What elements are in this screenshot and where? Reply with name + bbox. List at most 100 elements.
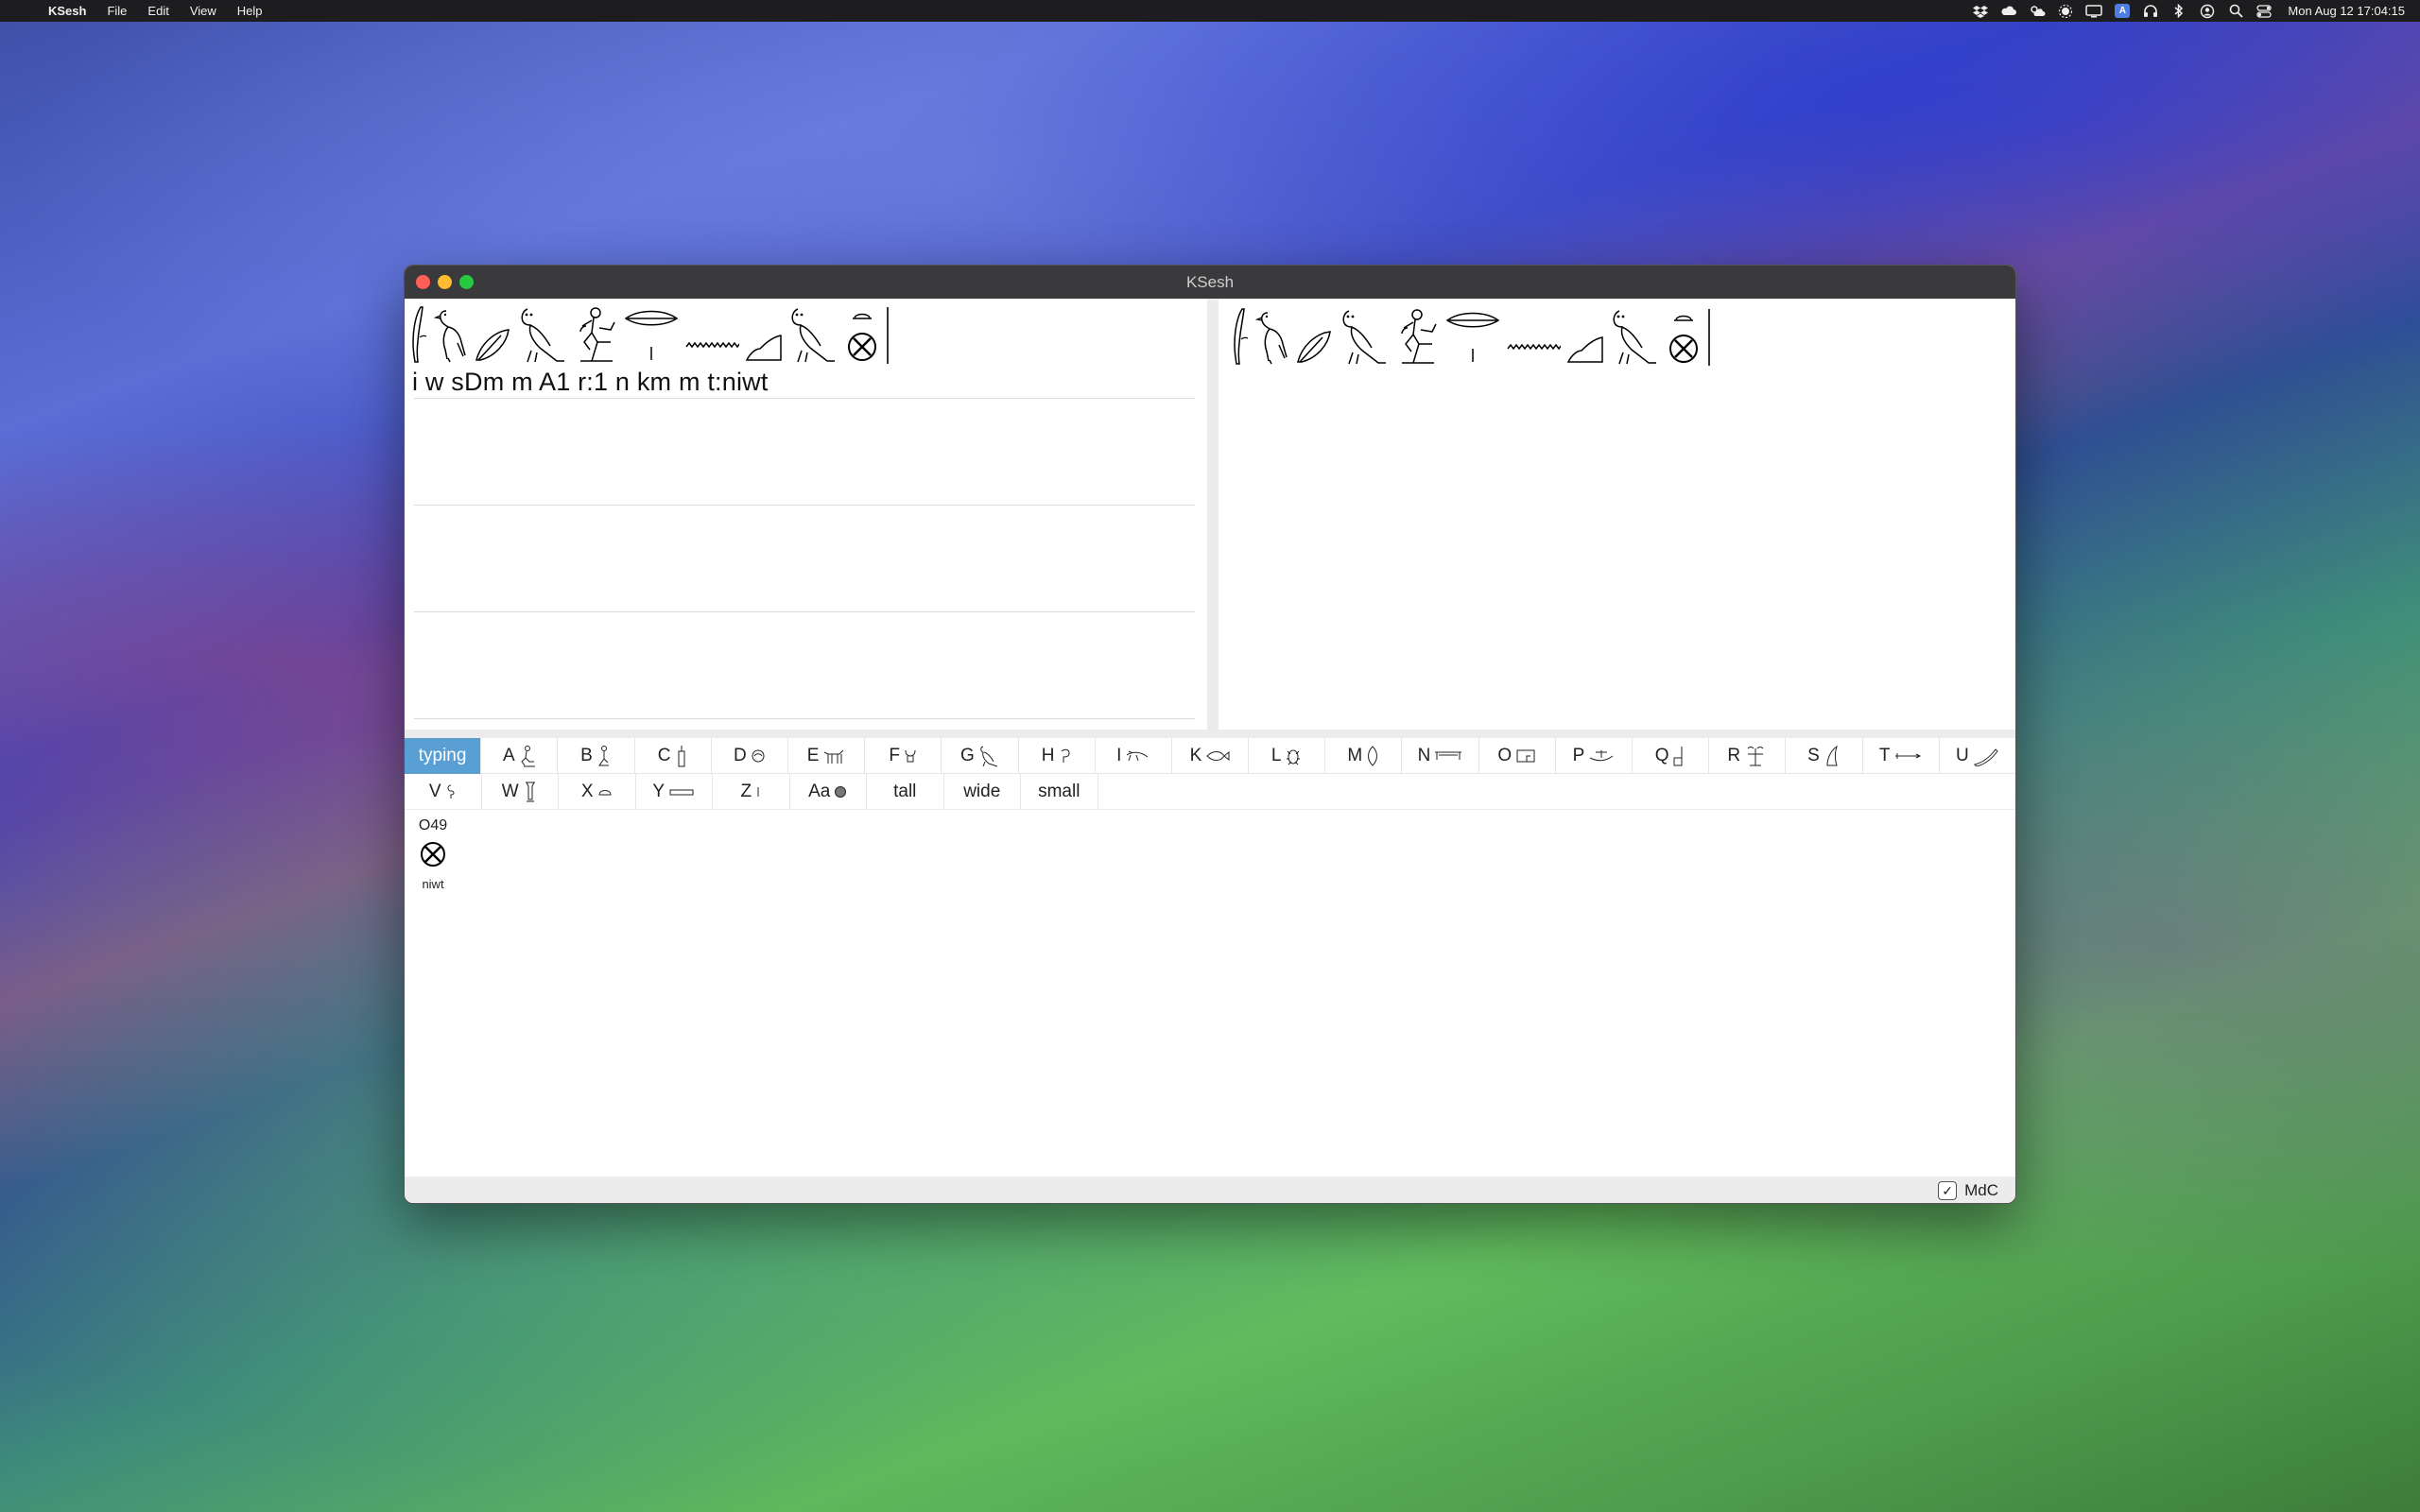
unclassified-icon [835,786,847,798]
brightness-icon[interactable] [2051,0,2080,22]
temple-icon [1747,747,1764,766]
owl-2-icon [788,303,839,364]
menu-edit[interactable]: Edit [137,0,179,22]
headphones-icon[interactable] [2136,0,2165,22]
tab-w[interactable]: W [482,774,559,810]
tab-r[interactable]: R [1709,738,1787,774]
bluetooth-icon[interactable] [2165,0,2193,22]
tab-p[interactable]: P [1556,738,1633,774]
sign-code: O49 [418,817,448,833]
seated-man-icon [575,303,618,364]
window-title: KSesh [1185,272,1235,291]
seated-woman-icon [597,746,609,766]
text-editor[interactable]: i w sDm m A1 r:1 n km m t:niwt [405,300,1207,730]
sign-cell-o49[interactable]: O49 niwt [412,817,454,891]
mdc-checkbox[interactable]: ✓ [1938,1181,1958,1200]
tab-small[interactable]: small [1021,774,1098,810]
sign-palette: typing A B C D E F G H I K L M N O P Q R… [405,738,2015,1177]
loaf-icon [598,790,612,796]
tab-c[interactable]: C [635,738,712,774]
tab-b[interactable]: B [558,738,635,774]
bird-icon [980,746,997,767]
tab-v[interactable]: V [405,774,482,810]
menu-file[interactable]: File [96,0,137,22]
feather-icon [1296,305,1334,366]
menu-app-name[interactable]: KSesh [38,0,96,22]
menu-view[interactable]: View [180,0,227,22]
crown-icon [1826,745,1838,766]
seated-man-icon [1396,305,1440,366]
seated-man-icon [520,746,535,767]
tab-t[interactable]: T [1863,738,1940,774]
quail-chick-icon [1254,305,1290,366]
city-sign-icon [845,303,879,364]
tab-a[interactable]: A [481,738,559,774]
rope-icon [447,784,455,799]
tab-x[interactable]: X [559,774,636,810]
tab-s[interactable]: S [1786,738,1863,774]
checkmark-icon: ✓ [1942,1182,1953,1198]
window-titlebar: KSesh [405,266,2015,299]
dropbox-icon[interactable] [1966,0,1995,22]
sky-icon [1435,751,1462,760]
stroke-icon [757,787,759,797]
tab-wide[interactable]: wide [944,774,1021,810]
ksesh-window: KSesh i w sDm m A1 r:1 n km m t:niwt typ… [404,265,2016,1204]
status-bar: ✓ MdC [405,1177,2015,1203]
mouth-over-stroke-icon [624,303,679,364]
tab-o[interactable]: O [1479,738,1556,774]
tool-icon [1973,748,1998,766]
tab-d[interactable]: D [712,738,788,774]
tab-g[interactable]: G [942,738,1019,774]
tab-aa[interactable]: Aa [790,774,867,810]
tab-l[interactable]: L [1249,738,1326,774]
cloud-icon[interactable] [1995,0,2023,22]
control-center-icon[interactable] [2250,0,2278,22]
tab-i[interactable]: I [1096,738,1172,774]
split-divider[interactable] [1207,300,1219,730]
tab-z[interactable]: Z [713,774,790,810]
line-separator [414,718,1195,719]
mdc-code-line[interactable]: i w sDm m A1 r:1 n km m t:niwt [412,368,769,397]
close-button[interactable] [416,275,430,289]
tab-h[interactable]: H [1019,738,1096,774]
building-icon [1516,749,1535,763]
display-icon[interactable] [2080,0,2108,22]
insect-icon [1287,749,1301,765]
menu-clock[interactable]: Mon Aug 12 17:04:15 [2278,4,2405,18]
zoom-button[interactable] [459,275,474,289]
boat-icon [1590,750,1614,762]
tab-y[interactable]: Y [636,774,713,810]
tab-typing[interactable]: typing [405,738,482,774]
writing-icon [669,789,694,796]
user-icon[interactable] [2193,0,2221,22]
eye-icon [752,749,765,763]
mdc-checkbox-label: MdC [1964,1181,1998,1199]
minimize-button[interactable] [438,275,452,289]
water-icon [1506,305,1561,366]
bread-loaf-icon [745,303,783,364]
bread-loaf-icon [1566,305,1604,366]
quail-chick-icon [433,303,469,364]
vessel-icon [525,782,535,802]
input-source-icon[interactable]: A [2108,0,2136,22]
search-icon[interactable] [2221,0,2250,22]
tab-f[interactable]: F [865,738,942,774]
mouth-over-stroke-icon [1445,305,1500,366]
tab-e[interactable]: E [788,738,866,774]
owl-icon [1340,305,1391,366]
weather-icon[interactable] [2023,0,2051,22]
reptile-icon [1127,750,1149,762]
menu-help[interactable]: Help [227,0,273,22]
bird-part-icon [1062,748,1070,763]
tab-n[interactable]: N [1402,738,1479,774]
tab-m[interactable]: M [1325,738,1403,774]
tab-u[interactable]: U [1940,738,2015,774]
owl-icon [518,303,569,364]
tab-k[interactable]: K [1172,738,1250,774]
tab-tall[interactable]: tall [867,774,944,810]
tab-q[interactable]: Q [1633,738,1710,774]
palette-tabs-row-2: V W X Y Z Aa tall wide small [405,774,2015,810]
reed-leaf-icon [410,303,427,364]
hieroglyph-line [410,301,889,364]
